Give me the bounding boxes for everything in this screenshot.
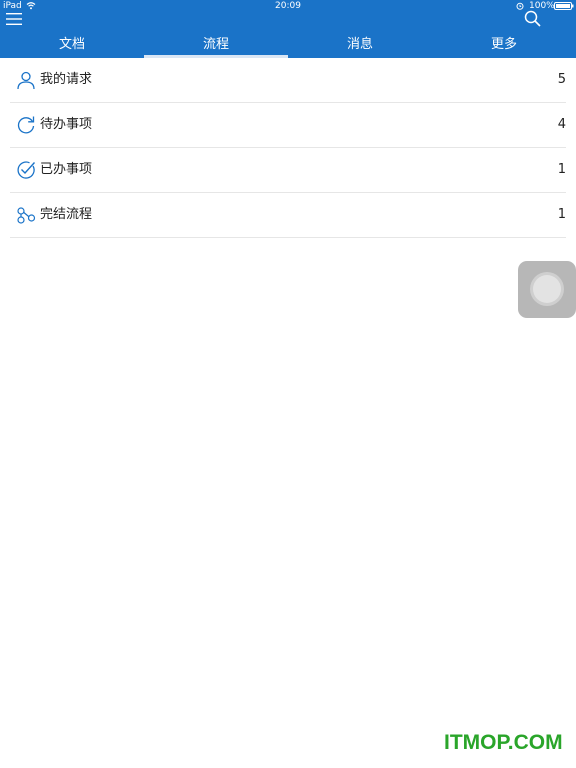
share-nodes-icon (17, 207, 36, 224)
list-item-count: 4 (557, 117, 566, 132)
user-icon (17, 71, 35, 90)
tab-more[interactable]: 更多 (432, 34, 576, 58)
workflow-list: 我的请求 5 待办事项 4 已办事项 1 完结流程 1 (10, 58, 566, 238)
tab-messages[interactable]: 消息 (288, 34, 432, 58)
list-item-label: 完结流程 (40, 207, 93, 222)
refresh-icon (17, 116, 35, 134)
battery-icon (554, 2, 574, 10)
tab-bar: 文档 流程 消息 更多 (0, 34, 576, 58)
list-item-label: 已办事项 (40, 162, 93, 177)
list-item-label: 我的请求 (40, 72, 93, 87)
status-time: 20:09 (275, 1, 301, 11)
assistive-touch-circle-icon (533, 275, 561, 303)
tab-workflow[interactable]: 流程 (144, 34, 288, 58)
list-item-done[interactable]: 已办事项 1 (10, 148, 566, 193)
menu-icon[interactable] (6, 12, 22, 26)
status-bar: iPad 20:09 100% (0, 0, 576, 12)
list-item-todo[interactable]: 待办事项 4 (10, 103, 566, 148)
app-header: iPad 20:09 100% 文档 流程 消息 更多 (0, 0, 576, 58)
check-circle-icon (17, 161, 36, 179)
list-item-count: 5 (557, 72, 566, 87)
assistive-touch-button[interactable] (518, 261, 576, 318)
search-icon[interactable] (524, 10, 541, 27)
list-item-count: 1 (557, 162, 566, 177)
list-item-completed[interactable]: 完结流程 1 (10, 193, 566, 238)
list-item-label: 待办事项 (40, 117, 93, 132)
alarm-icon (516, 2, 524, 10)
list-item-my-requests[interactable]: 我的请求 5 (10, 58, 566, 103)
tab-documents[interactable]: 文档 (0, 34, 144, 58)
list-item-count: 1 (557, 207, 566, 222)
watermark: ITMOP.COM (444, 731, 563, 754)
